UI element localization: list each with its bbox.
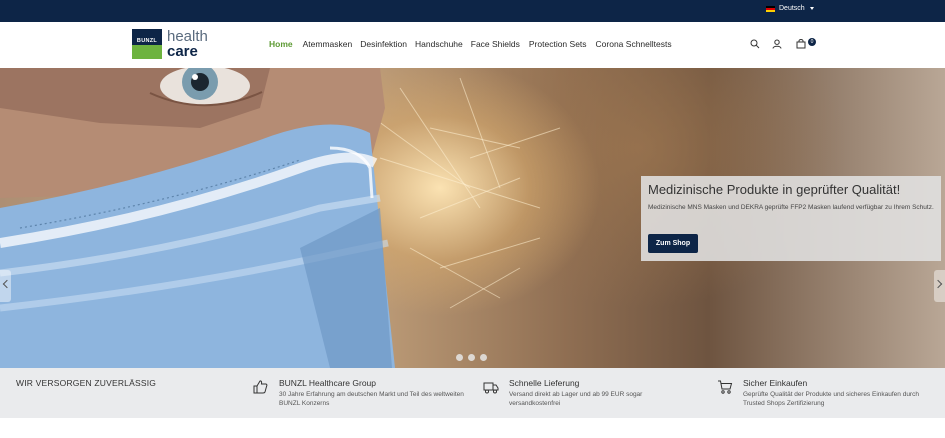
slider-dot-2[interactable] [468, 354, 475, 361]
search-icon[interactable] [750, 38, 760, 50]
german-flag-icon [766, 5, 775, 12]
logo-text: health care [167, 29, 208, 59]
feature-title-secure: Sicher Einkaufen [743, 378, 808, 388]
logo-mark-text: BUNZL [132, 38, 162, 45]
slider-prev-button[interactable] [0, 270, 12, 302]
feature-item: Sicher Einkaufen Geprüfte Qualität der P… [717, 378, 938, 408]
thumbs-up-icon [253, 380, 268, 394]
nav-item-atemmasken[interactable]: Atemmasken [303, 39, 353, 49]
slider-dots [456, 354, 487, 361]
slider-dot-3[interactable] [480, 354, 487, 361]
nav-item-protection-sets[interactable]: Protection Sets [529, 39, 587, 49]
feature-title-group: BUNZL Healthcare Group [279, 378, 377, 388]
features-title: WIR VERSORGEN ZUVERLÄSSIG [16, 378, 157, 388]
features-bar: WIR VERSORGEN ZUVERLÄSSIG BUNZL Healthca… [0, 368, 945, 418]
feature-item: Schnelle Lieferung Versand direkt ab Lag… [483, 378, 684, 408]
zum-shop-button[interactable]: Zum Shop [648, 234, 698, 253]
feature-text-group: 30 Jahre Erfahrung am deutschen Markt un… [279, 391, 464, 407]
cart-icon[interactable] [796, 38, 806, 50]
top-bar: Deutsch [0, 0, 945, 22]
user-icon[interactable] [772, 38, 782, 50]
logo-mark: BUNZL [132, 29, 162, 59]
chevron-right-icon [933, 279, 943, 289]
nav-item-home[interactable]: Home [269, 39, 293, 49]
nav-item-handschuhe[interactable]: Handschuhe [415, 39, 463, 49]
feature-text-delivery: Versand direkt ab Lager und ab 99 EUR so… [509, 391, 643, 407]
main-nav: Home Atemmasken Desinfektion Handschuhe … [269, 39, 672, 49]
feature-item: BUNZL Healthcare Group 30 Jahre Erfahrun… [253, 378, 469, 408]
hero-slider: Medizinische Produkte in geprüfter Quali… [0, 68, 945, 368]
hero-text: Medizinische MNS Masken und DEKRA geprüf… [648, 204, 934, 211]
logo-line-2: care [167, 43, 198, 60]
nav-item-desinfektion[interactable]: Desinfektion [360, 39, 407, 49]
feature-title-delivery: Schnelle Lieferung [509, 378, 580, 388]
site-header: BUNZL health care Home Atemmasken Desinf… [0, 22, 945, 68]
hero-title: Medizinische Produkte in geprüfter Quali… [648, 182, 901, 197]
slider-next-button[interactable] [933, 270, 945, 302]
chevron-down-icon [809, 7, 814, 10]
slider-dot-1[interactable] [456, 354, 463, 361]
nav-item-face-shields[interactable]: Face Shields [471, 39, 520, 49]
hero-caption: Medizinische Produkte in geprüfter Quali… [641, 176, 941, 261]
chevron-left-icon [2, 279, 12, 289]
feature-text-secure: Geprüfte Qualität der Produkte und siche… [743, 391, 919, 407]
truck-icon [483, 382, 499, 394]
cart-icon [718, 380, 733, 394]
cart-count-badge: 0 [808, 38, 816, 46]
nav-item-corona-schnelltests[interactable]: Corona Schnelltests [596, 39, 672, 49]
logo-line-1: health [167, 28, 208, 45]
language-selector[interactable]: Deutsch [766, 5, 814, 12]
logo[interactable]: BUNZL health care [132, 29, 208, 59]
language-label: Deutsch [779, 5, 805, 12]
